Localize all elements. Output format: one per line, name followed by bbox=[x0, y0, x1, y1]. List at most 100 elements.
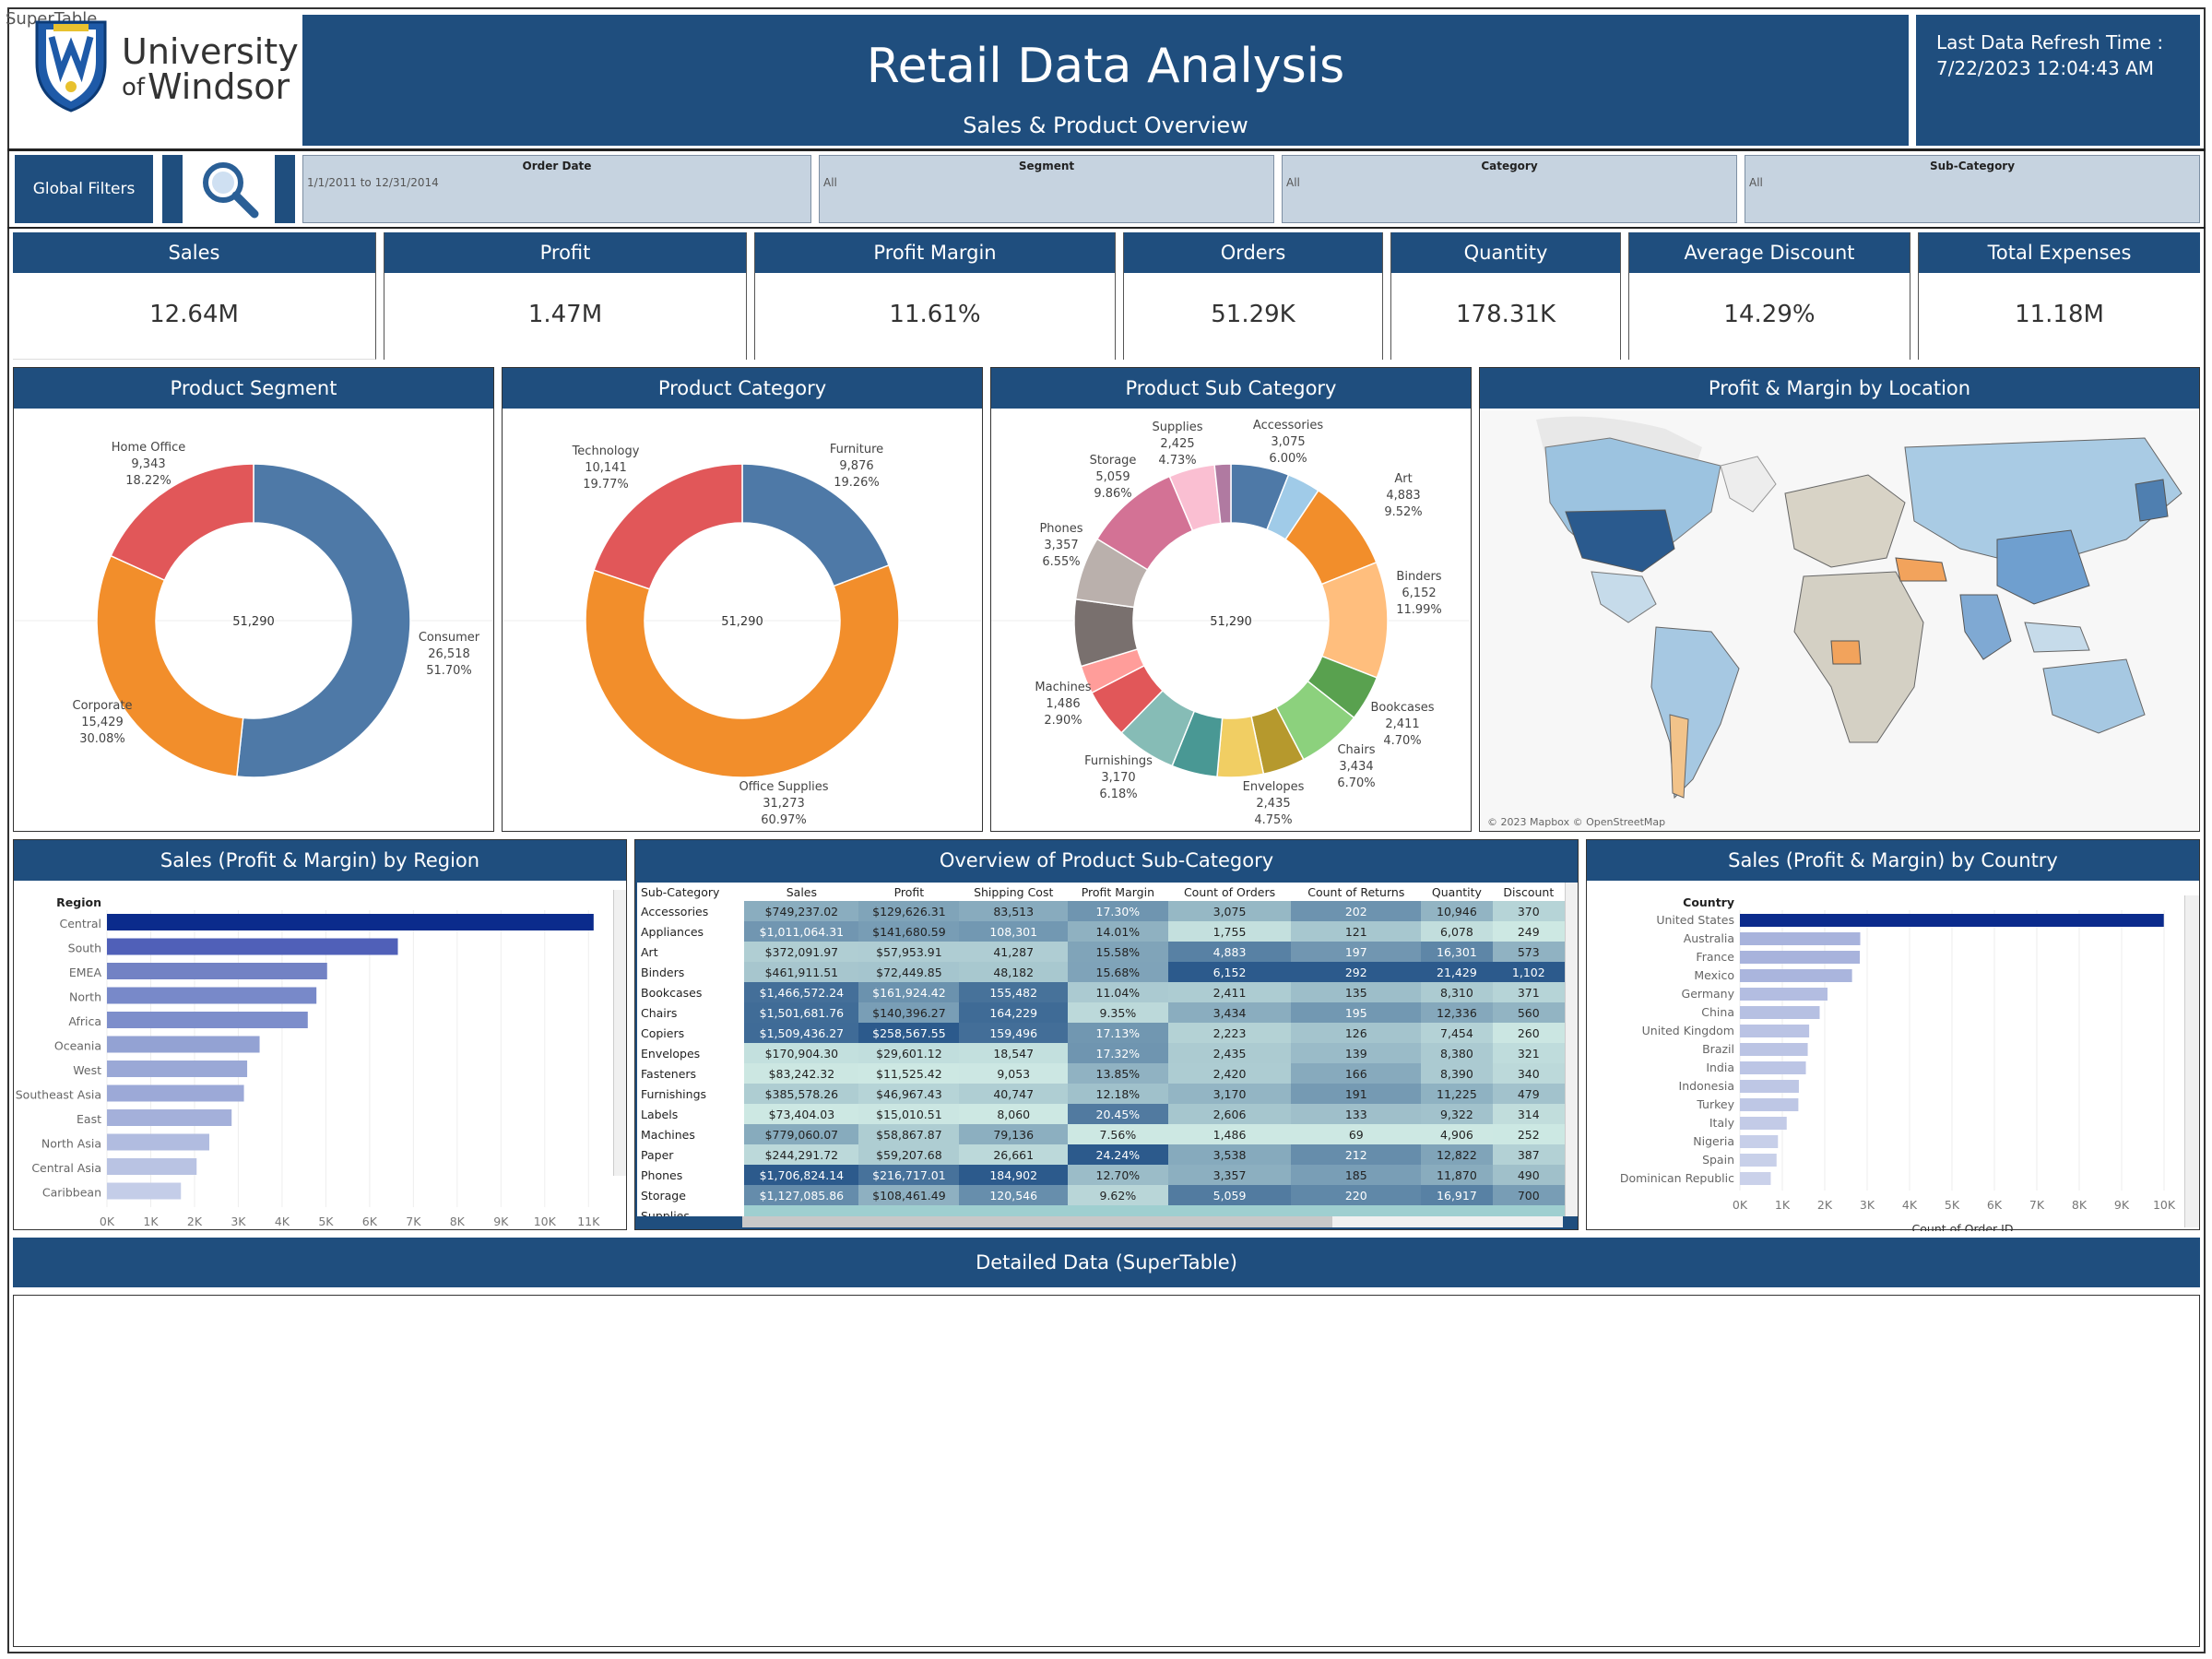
column-header[interactable]: Count of Returns bbox=[1291, 883, 1421, 901]
table-row[interactable]: Fasteners $83,242.32 $11,525.42 9,053 13.85%… bbox=[637, 1063, 1565, 1084]
bar-southeast-asia[interactable] bbox=[107, 1084, 244, 1102]
region-scrollbar[interactable] bbox=[613, 890, 626, 1176]
table-cell: $1,466,572.24 bbox=[744, 982, 859, 1002]
bar-united-kingdom[interactable] bbox=[1740, 1025, 1810, 1037]
donut-slice-office-supplies[interactable] bbox=[585, 563, 900, 778]
bar-china[interactable] bbox=[1740, 1006, 1820, 1019]
bar-turkey[interactable] bbox=[1740, 1098, 1799, 1111]
bar-brazil[interactable] bbox=[1740, 1043, 1808, 1056]
bar-south[interactable] bbox=[107, 938, 398, 955]
table-cell: 41,287 bbox=[959, 942, 1068, 962]
bar-west[interactable] bbox=[107, 1061, 248, 1077]
table-row-partial[interactable]: Supplies bbox=[637, 1205, 1565, 1216]
table-row[interactable]: Phones $1,706,824.14 $216,717.01 184,902 12.… bbox=[637, 1165, 1565, 1185]
bar-australia[interactable] bbox=[1740, 932, 1861, 945]
bar-east[interactable] bbox=[107, 1109, 232, 1126]
table-cell: 20.45% bbox=[1067, 1104, 1168, 1124]
table-cell: 260 bbox=[1492, 1023, 1565, 1043]
overview-h-scrollbar[interactable] bbox=[742, 1216, 1563, 1227]
bar-north-asia[interactable] bbox=[107, 1133, 210, 1151]
bar-nigeria[interactable] bbox=[1740, 1135, 1779, 1148]
column-header[interactable]: Quantity bbox=[1421, 883, 1492, 901]
table-row[interactable]: Paper $244,291.72 $59,207.68 26,661 24.24% 3,… bbox=[637, 1144, 1565, 1165]
column-header[interactable]: Profit Margin bbox=[1068, 883, 1168, 901]
category-filter-value: All bbox=[1286, 176, 1300, 189]
table-cell: $108,461.49 bbox=[858, 1185, 960, 1205]
table-row[interactable]: Appliances $1,011,064.31 $141,680.59 108,30… bbox=[637, 921, 1565, 942]
table-cell: 370 bbox=[1492, 901, 1565, 921]
segment-filter-value: All bbox=[823, 176, 837, 189]
category-label-technology: Technology 10,141 19.77% bbox=[572, 444, 640, 492]
search-button[interactable] bbox=[162, 155, 295, 223]
table-row[interactable]: Accessories $749,237.02 $129,626.31 83,513 1… bbox=[637, 901, 1565, 921]
world-map[interactable] bbox=[1481, 410, 2198, 831]
category-filter[interactable]: Category All bbox=[1282, 155, 1737, 223]
table-cell: 490 bbox=[1492, 1165, 1565, 1185]
country-bar-chart: Country 0K 1K 2K 3K 4K 5K 6K 7K 8K 9K 10K United Sta… bbox=[1620, 895, 2176, 1231]
bar-category-label: Australia bbox=[1684, 931, 1734, 945]
bar-united-states[interactable] bbox=[1740, 914, 2164, 927]
bar-category-label: Spain bbox=[1702, 1153, 1734, 1167]
table-cell: 700 bbox=[1492, 1185, 1565, 1205]
bar-indonesia[interactable] bbox=[1740, 1080, 1799, 1093]
bar-india[interactable] bbox=[1740, 1061, 1806, 1074]
country-scrollbar[interactable] bbox=[2184, 895, 2199, 1227]
column-header[interactable]: Sales bbox=[744, 883, 858, 901]
bar-caribbean[interactable] bbox=[107, 1182, 182, 1200]
row-name-cell: Bookcases bbox=[637, 982, 745, 1002]
shield-icon bbox=[35, 20, 107, 113]
table-row[interactable]: Bookcases $1,466,572.24 $161,924.42 155,482… bbox=[637, 982, 1565, 1002]
bar-central-asia[interactable] bbox=[107, 1158, 197, 1175]
table-cell: 15.58% bbox=[1067, 942, 1168, 962]
bar-africa[interactable] bbox=[107, 1012, 308, 1028]
table-cell: 9,322 bbox=[1421, 1104, 1493, 1124]
column-header[interactable]: Profit bbox=[858, 883, 959, 901]
table-row[interactable]: Copiers $1,509,436.27 $258,567.55 159,496 17… bbox=[637, 1023, 1565, 1043]
bar-north[interactable] bbox=[107, 987, 317, 1004]
sub-category-label-art: Art 4,883 9.52% bbox=[1384, 472, 1423, 519]
table-row[interactable]: Envelopes $170,904.30 $29,601.12 18,547 17.3… bbox=[637, 1043, 1565, 1063]
table-row[interactable]: Chairs $1,501,681.76 $140,396.27 164,229 9.3… bbox=[637, 1002, 1565, 1023]
table-cell: 314 bbox=[1492, 1104, 1565, 1124]
category-label-office-supplies: Office Supplies 31,273 60.97% bbox=[739, 780, 829, 827]
bar-dominican-republic[interactable] bbox=[1740, 1172, 1771, 1185]
overview-h-scroll-thumb[interactable] bbox=[742, 1216, 1332, 1227]
column-header[interactable]: Sub-Category bbox=[637, 883, 744, 901]
segment-filter[interactable]: Segment All bbox=[819, 155, 1274, 223]
bar-oceania[interactable] bbox=[107, 1036, 260, 1053]
detailed-data-area[interactable] bbox=[13, 1295, 2200, 1647]
axis-tick-label: 2K bbox=[1817, 1198, 1833, 1212]
overview-v-scrollbar[interactable] bbox=[1565, 883, 1578, 1216]
product-segment-panel: Product Segment 51,290 Home Office 9,343 1… bbox=[13, 367, 494, 832]
axis-tick-label: 11K bbox=[577, 1215, 600, 1228]
table-row[interactable]: Binders $461,911.51 $72,449.85 48,182 15.68%… bbox=[637, 962, 1565, 982]
column-header[interactable]: Discount bbox=[1493, 883, 1565, 901]
table-row[interactable]: Machines $779,060.07 $58,867.87 79,136 7.56%… bbox=[637, 1124, 1565, 1144]
table-cell: $216,717.01 bbox=[858, 1165, 960, 1185]
sub-category-label-phones: Phones 3,357 6.55% bbox=[1039, 522, 1083, 569]
table-cell: 212 bbox=[1291, 1144, 1422, 1165]
bar-germany[interactable] bbox=[1740, 988, 1828, 1001]
sub-category-filter[interactable]: Sub-Category All bbox=[1745, 155, 2200, 223]
table-cell: $779,060.07 bbox=[744, 1124, 859, 1144]
table-row[interactable]: Furnishings $385,578.26 $46,967.43 40,747 12… bbox=[637, 1084, 1565, 1104]
overview-table-wrap: Sub-Category Sales Profit Shipping Cost Prof… bbox=[637, 883, 1565, 1216]
bar-italy[interactable] bbox=[1740, 1117, 1787, 1130]
donut-center-total: 51,290 bbox=[721, 615, 763, 629]
column-header[interactable]: Count of Orders bbox=[1168, 883, 1292, 901]
bar-spain[interactable] bbox=[1740, 1154, 1777, 1167]
table-row[interactable]: Labels $73,404.03 $15,010.51 8,060 20.45% 2,6… bbox=[637, 1104, 1565, 1124]
bar-central[interactable] bbox=[107, 914, 594, 930]
table-row[interactable]: Storage $1,127,085.86 $108,461.49 120,546 9.… bbox=[637, 1185, 1565, 1205]
bar-mexico[interactable] bbox=[1740, 969, 1852, 982]
global-filters-button[interactable]: Global Filters bbox=[15, 155, 153, 223]
table-row[interactable]: Art $372,091.97 $57,953.91 41,287 15.58% 4,88… bbox=[637, 942, 1565, 962]
table-cell: $15,010.51 bbox=[858, 1104, 960, 1124]
bar-emea[interactable] bbox=[107, 963, 327, 979]
order-date-filter[interactable]: Order Date 1/1/2011 to 12/31/2014 bbox=[302, 155, 811, 223]
bar-category-label: Oceania bbox=[54, 1039, 101, 1053]
table-cell: 371 bbox=[1492, 982, 1565, 1002]
bar-france[interactable] bbox=[1740, 951, 1861, 964]
column-header[interactable]: Shipping Cost bbox=[959, 883, 1068, 901]
kpi-sales: Sales 12.64M bbox=[13, 232, 376, 360]
